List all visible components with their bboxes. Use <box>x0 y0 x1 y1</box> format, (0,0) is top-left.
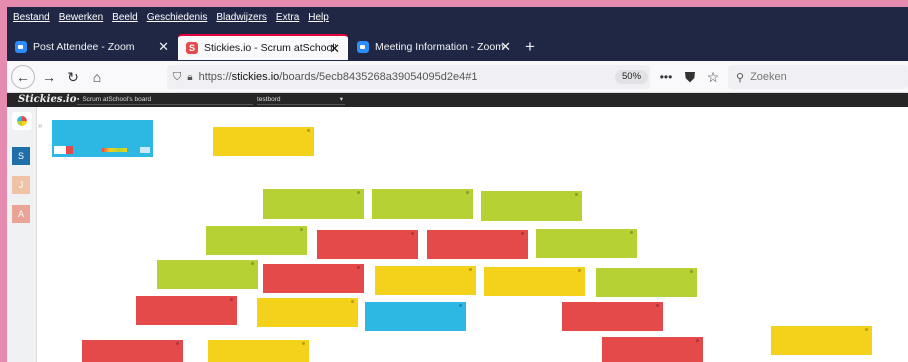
close-icon[interactable]: ✕ <box>500 40 511 53</box>
home-icon[interactable]: ⌂ <box>88 68 106 86</box>
sticky-note[interactable] <box>263 189 364 219</box>
board-selector[interactable]: ▪ Scrum atSchool's board <box>77 95 253 105</box>
shield-icon[interactable]: ⛉ <box>173 71 181 84</box>
pocket-icon[interactable]: ⛊ <box>681 68 699 86</box>
tab-label: Meeting Information - Zoom <box>375 41 504 53</box>
sticky-note[interactable] <box>484 267 585 296</box>
url-path: /boards/5ecb8435268a39054095d2e4#1 <box>279 71 478 83</box>
menu-beeld[interactable]: Beeld <box>112 12 138 23</box>
sticky-note[interactable] <box>263 264 364 293</box>
board-icon: ▪ <box>77 96 80 103</box>
menu-bladwijzers[interactable]: Bladwijzers <box>216 12 267 23</box>
menu-help[interactable]: Help <box>308 12 329 23</box>
menu-bar: Bestand Bewerken Beeld Geschiedenis Blad… <box>7 7 908 27</box>
sticky-note[interactable] <box>136 296 237 325</box>
sticky-note[interactable] <box>427 230 528 259</box>
stickies-icon: S <box>186 42 198 54</box>
close-icon[interactable]: ✕ <box>158 40 169 53</box>
sticky-note[interactable] <box>771 326 872 355</box>
reload-icon[interactable]: ↻ <box>64 68 82 86</box>
new-tab-icon[interactable]: + <box>525 38 535 55</box>
sticky-note[interactable] <box>208 340 309 362</box>
sticky-note[interactable] <box>257 298 358 327</box>
sticky-note[interactable] <box>536 229 637 258</box>
sticky-note[interactable] <box>375 266 476 295</box>
tab-bar: Post Attendee - Zoom ✕ S Stickies.io - S… <box>7 27 908 61</box>
navigation-bar: ← → ↻ ⌂ ⛉ 🔒︎ https://stickies.io/boards/… <box>7 61 908 93</box>
close-icon[interactable]: ✕ <box>329 42 340 55</box>
sticky-note[interactable] <box>372 189 473 219</box>
zoom-icon <box>357 41 369 53</box>
minimap-marker <box>140 147 150 153</box>
participants-sidebar: S J A <box>7 107 37 362</box>
bookmark-star-icon[interactable]: ☆ <box>704 68 722 86</box>
minimap[interactable] <box>52 120 153 157</box>
sticky-note[interactable] <box>365 302 466 331</box>
url-prefix: https:// <box>198 71 232 83</box>
view-name: testbord <box>257 96 281 103</box>
address-bar[interactable]: ⛉ 🔒︎ https://stickies.io/boards/5ecb8435… <box>167 65 650 89</box>
url-host: stickies.io <box>231 71 280 83</box>
sticky-note[interactable] <box>562 302 663 331</box>
search-placeholder: Zoeken <box>750 71 787 83</box>
tab-stickies[interactable]: S Stickies.io - Scrum atSchool's b ✕ <box>178 34 348 60</box>
zoom-level-badge[interactable]: 50% <box>615 70 649 84</box>
sticky-note[interactable] <box>213 127 314 156</box>
lock-icon[interactable]: 🔒︎ <box>187 72 192 83</box>
sticky-note[interactable] <box>157 260 258 289</box>
chevron-down-icon: ▾ <box>339 96 343 103</box>
menu-geschiedenis[interactable]: Geschiedenis <box>147 12 208 23</box>
minimap-notes <box>102 148 127 152</box>
browser-window: Bestand Bewerken Beeld Geschiedenis Blad… <box>7 7 908 362</box>
view-selector[interactable]: testbord ▾ <box>257 95 345 105</box>
menu-bestand[interactable]: Bestand <box>13 12 50 23</box>
avatar[interactable]: A <box>12 205 30 223</box>
scrum-logo-icon <box>17 116 27 126</box>
app-toolbar: Stickies.io ▪ Scrum atSchool's board test… <box>7 93 908 107</box>
tab-post-attendee[interactable]: Post Attendee - Zoom ✕ <box>7 34 177 60</box>
search-icon: ⚲ <box>736 71 745 84</box>
sticky-note[interactable] <box>481 191 582 221</box>
sticky-note[interactable] <box>82 340 183 362</box>
tab-label: Post Attendee - Zoom <box>33 41 135 53</box>
sticky-note[interactable] <box>596 268 697 297</box>
sticky-note[interactable] <box>317 230 418 259</box>
sticky-note[interactable] <box>602 337 703 362</box>
minimap-note <box>66 146 73 154</box>
minimap-viewport <box>54 146 66 154</box>
scrum-logo[interactable] <box>12 112 32 130</box>
sticky-note[interactable] <box>206 226 307 255</box>
more-actions-icon[interactable]: ••• <box>657 68 675 86</box>
menu-extra[interactable]: Extra <box>276 12 299 23</box>
avatar[interactable]: J <box>12 176 30 194</box>
search-input[interactable]: ⚲ Zoeken <box>728 65 908 89</box>
zoom-icon <box>15 41 27 53</box>
expand-sidebar-icon[interactable]: » <box>38 121 42 130</box>
tab-meeting-information[interactable]: Meeting Information - Zoom ✕ <box>349 34 519 60</box>
tab-label: Stickies.io - Scrum atSchool's b <box>204 42 336 54</box>
board-name: Scrum atSchool's board <box>82 96 152 103</box>
brand-logo[interactable]: Stickies.io <box>18 93 76 107</box>
forward-icon[interactable]: → <box>40 68 58 86</box>
avatar[interactable]: S <box>12 147 30 165</box>
menu-bewerken[interactable]: Bewerken <box>59 12 103 23</box>
back-icon[interactable]: ← <box>11 65 35 89</box>
